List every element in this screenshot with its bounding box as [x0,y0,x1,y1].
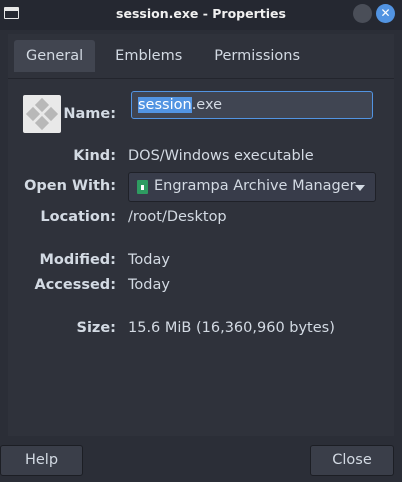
minimize-button[interactable] [353,4,372,23]
open-with-label: Open With: [24,178,116,194]
size-value: 15.6 MiB (16,360,960 bytes) [128,320,335,336]
help-button[interactable]: Help [0,445,83,476]
tab-divider [8,78,394,79]
modified-value: Today [128,252,170,268]
tab-general[interactable]: General [14,40,96,72]
window-title: session.exe - Properties [116,6,286,21]
location-value: /root/Desktop [128,209,227,225]
close-window-button[interactable]: ✕ [376,4,395,23]
location-label: Location: [40,209,116,225]
tab-emblems[interactable]: Emblems [103,40,194,72]
close-icon: ✕ [380,6,391,20]
size-label: Size: [76,320,117,336]
open-with-value: Engrampa Archive Manager [154,178,356,194]
name-field[interactable]: session.exe [131,91,373,119]
name-extension-text: .exe [191,97,223,113]
name-selected-text: session [138,97,192,113]
kind-value: DOS/Windows executable [128,148,314,164]
properties-panel: General Emblems Permissions Name: sessio… [8,34,394,436]
kind-label: Kind: [73,148,116,164]
accessed-label: Accessed: [34,277,116,293]
name-label: Name: [63,106,116,122]
open-with-dropdown[interactable]: Engrampa Archive Manager [128,172,376,202]
engrampa-app-icon [137,180,148,194]
tab-bar: General Emblems Permissions [14,40,320,72]
accessed-value: Today [128,277,170,293]
modified-label: Modified: [39,252,116,268]
close-button[interactable]: Close [310,445,394,476]
tab-permissions[interactable]: Permissions [202,40,312,72]
title-bar: session.exe - Properties ✕ [0,0,402,30]
chevron-down-icon [355,185,365,191]
